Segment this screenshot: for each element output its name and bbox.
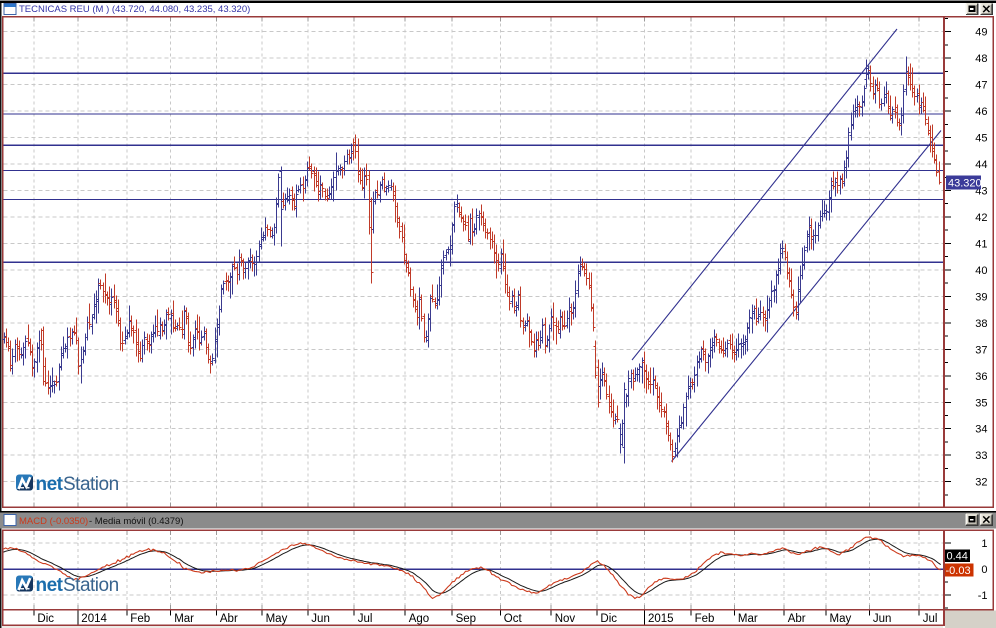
svg-text:Ago: Ago — [409, 613, 429, 625]
svg-text:net: net — [36, 575, 64, 596]
svg-text:0: 0 — [981, 564, 987, 576]
svg-text:Abr: Abr — [220, 613, 238, 625]
svg-text:Jul: Jul — [923, 613, 938, 625]
svg-text:net: net — [36, 474, 64, 495]
svg-text:47: 47 — [975, 80, 987, 92]
svg-text:Jun: Jun — [311, 613, 330, 625]
svg-text:Jun: Jun — [873, 613, 892, 625]
svg-text:37: 37 — [975, 344, 987, 356]
svg-text:Mar: Mar — [738, 613, 758, 625]
svg-text:Feb: Feb — [130, 613, 150, 625]
svg-text:Mar: Mar — [174, 613, 194, 625]
svg-text:- Media móvil (0.4379): - Media móvil (0.4379) — [89, 516, 184, 527]
svg-text:43.320: 43.320 — [948, 178, 982, 190]
svg-text:Dic: Dic — [600, 613, 617, 625]
svg-text:39: 39 — [975, 291, 987, 303]
svg-text:Abr: Abr — [788, 613, 806, 625]
svg-text:Station: Station — [63, 474, 119, 495]
svg-text:34: 34 — [975, 424, 987, 436]
svg-text:May: May — [266, 613, 288, 625]
svg-text:Dic: Dic — [37, 613, 54, 625]
svg-text:-1: -1 — [978, 590, 988, 602]
svg-text:36: 36 — [975, 371, 987, 383]
svg-text:33: 33 — [975, 450, 987, 462]
svg-text:Nov: Nov — [555, 613, 576, 625]
svg-text:Oct: Oct — [504, 613, 523, 625]
svg-text:40: 40 — [975, 265, 987, 277]
svg-text:0.44: 0.44 — [947, 551, 968, 563]
svg-text:38: 38 — [975, 318, 987, 330]
svg-text:45: 45 — [975, 133, 987, 145]
svg-text:1: 1 — [981, 538, 987, 550]
svg-text:32: 32 — [975, 477, 987, 489]
svg-text:Sep: Sep — [456, 613, 476, 625]
svg-text:May: May — [830, 613, 852, 625]
svg-text:Jul: Jul — [358, 613, 373, 625]
svg-text:TECNICAS REU (M ) (43.720, 44.: TECNICAS REU (M ) (43.720, 44.080, 43.23… — [19, 4, 250, 15]
svg-text:42: 42 — [975, 212, 987, 224]
svg-text:41: 41 — [975, 238, 987, 250]
svg-text:Feb: Feb — [695, 613, 715, 625]
svg-text:2015: 2015 — [648, 613, 674, 625]
svg-text:35: 35 — [975, 397, 987, 409]
svg-text:MACD (-0.0350): MACD (-0.0350) — [19, 516, 88, 527]
svg-text:Station: Station — [63, 575, 119, 596]
svg-text:49: 49 — [975, 27, 987, 39]
svg-text:-0.03: -0.03 — [946, 565, 971, 577]
svg-text:2014: 2014 — [81, 613, 107, 625]
svg-text:44: 44 — [975, 159, 987, 171]
svg-text:46: 46 — [975, 106, 987, 118]
svg-text:48: 48 — [975, 53, 987, 65]
